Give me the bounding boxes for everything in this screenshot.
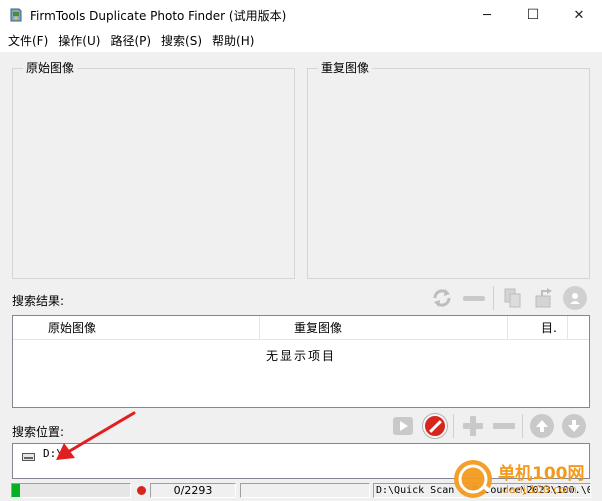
title-bar: FirmTools Duplicate Photo Finder (试用版本) …: [0, 0, 602, 30]
duplicate-image-label: 重复图像: [318, 61, 373, 75]
play-icon[interactable]: [392, 415, 414, 437]
results-label: 搜索结果:: [12, 294, 65, 308]
menu-path[interactable]: 路径(P): [105, 30, 156, 52]
remove-result-icon[interactable]: [462, 286, 486, 310]
move-up-icon[interactable]: [530, 414, 554, 438]
close-icon: ✕: [573, 7, 585, 23]
maximize-icon: ☐: [526, 7, 540, 23]
toolbar-separator: [453, 414, 454, 438]
menu-search[interactable]: 搜索(S): [156, 30, 207, 52]
watermark-site-name: 单机100网: [498, 464, 585, 484]
close-button[interactable]: ✕: [556, 0, 602, 30]
progress-fill: [12, 484, 21, 497]
drive-icon: [22, 453, 35, 461]
count-text: 0/2293: [173, 484, 213, 497]
menu-action[interactable]: 操作(U): [53, 30, 105, 52]
column-original[interactable]: 原始图像: [13, 316, 260, 340]
move-icon[interactable]: [532, 286, 556, 310]
move-down-icon[interactable]: [562, 414, 586, 438]
stop-status-icon: [137, 486, 146, 495]
toolbar-separator: [493, 286, 494, 310]
menu-file[interactable]: 文件(F): [3, 30, 53, 52]
maximize-button[interactable]: ☐: [510, 0, 556, 30]
minimize-button[interactable]: ─: [464, 0, 510, 30]
toolbar-separator: [522, 414, 523, 438]
menu-help[interactable]: 帮助(H): [207, 30, 259, 52]
status-count: 0/2293: [150, 483, 236, 498]
stop-icon[interactable]: [423, 414, 447, 438]
original-image-panel: 原始图像: [12, 61, 295, 279]
site-watermark: 单机100网 danji100.com: [452, 458, 600, 500]
watermark-site-url: danji100.com: [502, 483, 577, 496]
column-duplicate[interactable]: 重复图像: [260, 316, 508, 340]
menu-bar: 文件(F) 操作(U) 路径(P) 搜索(S) 帮助(H): [0, 30, 602, 52]
annotation-arrow: [56, 411, 136, 460]
copy-icon[interactable]: [501, 286, 525, 310]
app-icon: [10, 8, 22, 22]
empty-results-text: 无显示项目: [265, 349, 336, 363]
column-folder[interactable]: 目.: [508, 316, 568, 340]
status-empty-cell: [240, 483, 370, 498]
results-header: 原始图像 重复图像 目.: [13, 316, 589, 340]
minimize-icon: ─: [483, 7, 491, 23]
person-icon[interactable]: [563, 286, 587, 310]
refresh-icon[interactable]: [430, 286, 454, 310]
window-title: FirmTools Duplicate Photo Finder (试用版本): [30, 9, 287, 23]
duplicate-image-panel: 重复图像: [307, 61, 590, 279]
watermark-logo-icon: [454, 460, 492, 498]
results-list[interactable]: 原始图像 重复图像 目. 无显示项目: [12, 315, 590, 408]
progress-bar: [11, 483, 131, 498]
original-image-label: 原始图像: [23, 61, 78, 75]
remove-location-icon[interactable]: [492, 414, 516, 438]
add-location-icon[interactable]: [461, 414, 485, 438]
